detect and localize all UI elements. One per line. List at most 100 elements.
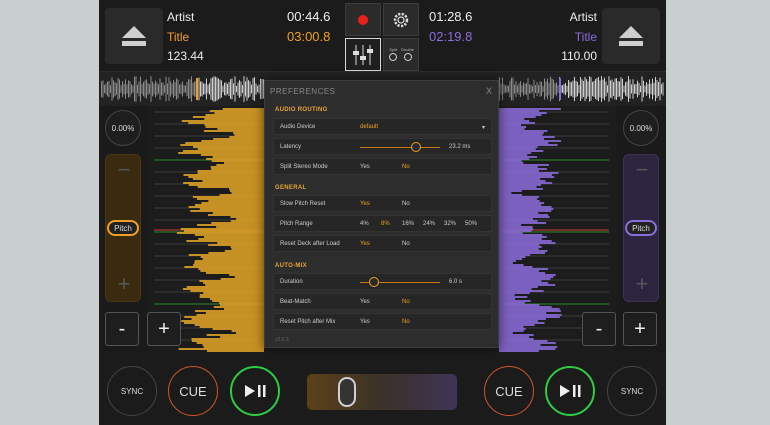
beat-match-yes[interactable]: Yes xyxy=(360,299,370,305)
latency-value: 23.2 ms xyxy=(449,144,471,150)
bpm-a: 123.44 xyxy=(167,49,204,63)
sync-button-b[interactable]: SYNC xyxy=(607,366,657,416)
split-icon xyxy=(389,53,398,61)
overview-waveform-b[interactable] xyxy=(499,76,664,102)
eject-button-b[interactable] xyxy=(602,8,660,64)
mixer-view-button[interactable] xyxy=(345,38,381,71)
pitch-minus-mark-a: − xyxy=(117,157,131,182)
split-stereo-row: Split Stereo Mode Yes No xyxy=(273,158,492,175)
audio-device-label: Audio Device xyxy=(280,124,316,130)
section-auto-mix: AUTO-MIX xyxy=(275,263,307,269)
pitch-minus-button-a[interactable]: - xyxy=(105,312,139,346)
transport-bar: SYNC CUE CUE SYNC xyxy=(99,354,666,425)
crossfader[interactable] xyxy=(307,374,457,410)
split-stereo-yes[interactable]: Yes xyxy=(360,164,370,170)
pitch-range-16[interactable]: 16% xyxy=(402,221,414,227)
playhead-a xyxy=(196,78,198,100)
pitch-plus-button-a[interactable]: + xyxy=(147,312,181,346)
dropdown-caret-icon: ▾ xyxy=(482,125,486,131)
overview-waveform-a[interactable] xyxy=(101,76,264,102)
play-pause-button-b[interactable] xyxy=(545,366,595,416)
latency-label: Latency xyxy=(280,144,302,150)
section-audio-routing: AUDIO ROUTING xyxy=(275,107,328,113)
reset-pitch-mix-no[interactable]: No xyxy=(402,319,410,325)
audio-device-row[interactable]: Audio Device default ▾ xyxy=(273,118,492,135)
title-a: Title xyxy=(167,30,190,44)
pitch-minus-button-b[interactable]: - xyxy=(582,312,616,346)
pitch-panel-b: 0.00% − + Pitch + xyxy=(616,106,666,354)
pitch-range-32[interactable]: 32% xyxy=(444,221,456,227)
pitch-range-label: Pitch Range xyxy=(280,221,313,227)
record-button[interactable] xyxy=(345,3,381,36)
beat-match-row: Beat-Match Yes No xyxy=(273,293,492,310)
section-general: GENERAL xyxy=(275,185,307,191)
settings-gear-icon xyxy=(393,12,409,27)
duration-row: Duration 6.0 s xyxy=(273,273,492,290)
elapsed-a: 00:44.6 xyxy=(287,9,331,24)
slow-pitch-reset-no[interactable]: No xyxy=(402,201,410,207)
play-pause-button-a[interactable] xyxy=(230,366,280,416)
beat-match-no[interactable]: No xyxy=(402,299,410,305)
title-b: Title xyxy=(574,30,597,44)
dj-app: Artist Title 123.44 00:44.6 03:00.8 Spli… xyxy=(99,0,666,425)
reset-deck-yes[interactable]: Yes xyxy=(360,241,370,247)
eject-icon xyxy=(122,26,146,46)
latency-slider-knob[interactable] xyxy=(411,142,421,152)
record-icon xyxy=(358,14,368,25)
reset-pitch-mix-label: Reset Pitch after Mix xyxy=(280,319,336,325)
reset-deck-no[interactable]: No xyxy=(402,241,410,247)
mixer-faders-icon xyxy=(353,44,373,65)
latency-slider-track[interactable] xyxy=(360,147,440,148)
pitch-plus-mark-a: + xyxy=(117,271,131,296)
play-pause-icon xyxy=(560,385,581,397)
play-pause-icon xyxy=(245,385,266,397)
audio-device-select[interactable]: default xyxy=(360,124,378,130)
preferences-dialog: PREFERENCES X AUDIO ROUTING Audio Device… xyxy=(264,80,499,348)
top-bar: Artist Title 123.44 00:44.6 03:00.8 Spli… xyxy=(99,0,666,72)
waveform-a[interactable] xyxy=(176,108,264,352)
pitch-handle-b[interactable]: Pitch xyxy=(625,220,657,236)
sync-button-a[interactable]: SYNC xyxy=(107,366,157,416)
duration-value: 6.0 s xyxy=(449,279,463,285)
pitch-plus-mark-b: + xyxy=(635,271,649,296)
pitch-range-4[interactable]: 4% xyxy=(360,221,369,227)
pitch-plus-button-b[interactable]: + xyxy=(623,312,657,346)
reset-deck-row: Reset Deck after Load Yes No xyxy=(273,235,492,252)
settings-button[interactable] xyxy=(383,3,419,36)
artist-b: Artist xyxy=(569,10,597,24)
eject-icon xyxy=(619,26,643,46)
pitch-range-8[interactable]: 8% xyxy=(381,221,390,227)
split-stereo-label: Split Stereo Mode xyxy=(280,164,328,170)
playhead-b xyxy=(559,78,561,100)
elapsed-b: 01:28.6 xyxy=(429,9,473,24)
eject-button-a[interactable] xyxy=(105,8,163,64)
cue-button-b[interactable]: CUE xyxy=(484,366,534,416)
pitch-minus-mark-b: − xyxy=(635,157,649,182)
pitch-range-24[interactable]: 24% xyxy=(423,221,435,227)
latency-row: Latency 23.2 ms xyxy=(273,138,492,155)
beat-match-label: Beat-Match xyxy=(280,299,311,305)
split-stereo-no[interactable]: No xyxy=(402,164,410,170)
crossfader-handle[interactable] xyxy=(337,377,356,407)
duration-slider-knob[interactable] xyxy=(369,277,380,287)
cue-button-a[interactable]: CUE xyxy=(168,366,218,416)
pitch-panel-a: 0.00% − + Pitch - xyxy=(99,106,149,354)
version-label: v2.0.3 xyxy=(275,337,289,343)
reset-pitch-mix-row: Reset Pitch after Mix Yes No xyxy=(273,313,492,330)
slow-pitch-reset-yes[interactable]: Yes xyxy=(360,201,370,207)
slow-pitch-reset-row: Slow Pitch Reset Yes No xyxy=(273,195,492,212)
close-button[interactable]: X xyxy=(486,86,492,96)
pitch-percent-a: 0.00% xyxy=(105,110,141,146)
duration-label: Duration xyxy=(280,279,303,285)
preferences-title: PREFERENCES xyxy=(270,87,336,96)
remaining-a: 03:00.8 xyxy=(287,29,331,44)
remaining-b: 02:19.8 xyxy=(429,29,473,44)
bpm-b: 110.00 xyxy=(561,49,597,63)
pitch-range-50[interactable]: 50% xyxy=(465,221,477,227)
pitch-handle-a[interactable]: Pitch xyxy=(107,220,139,236)
artist-a: Artist xyxy=(167,10,195,24)
split-double-button[interactable]: Split Double xyxy=(383,38,419,71)
reset-pitch-mix-yes[interactable]: Yes xyxy=(360,319,370,325)
pitch-range-row: Pitch Range 4% 8% 16% 24% 32% 50% xyxy=(273,215,492,232)
double-icon xyxy=(403,53,412,61)
